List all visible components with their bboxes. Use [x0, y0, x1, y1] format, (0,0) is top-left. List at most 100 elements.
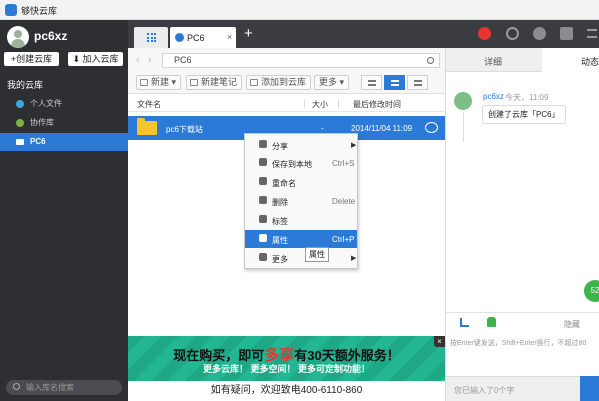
search-icon	[13, 383, 20, 390]
thumbnail-view-icon	[368, 80, 376, 86]
menu-item-save-local[interactable]: 保存到本地 Ctrl+S	[245, 154, 357, 172]
collab-library-icon	[16, 119, 24, 127]
menu-icon[interactable]	[587, 29, 597, 38]
menu-label: 重命名	[272, 179, 296, 188]
sidebar-item-label: 个人文件	[30, 99, 62, 108]
tooltip: 属性	[305, 247, 329, 262]
file-modified: 2014/11/04 11:09	[351, 124, 413, 133]
file-name: pc6下载站	[166, 125, 203, 134]
forward-arrow-icon[interactable]: ›	[148, 54, 152, 66]
add-to-library-button[interactable]: 添加到云库	[246, 75, 312, 90]
save-icon	[259, 158, 267, 166]
new-note-label: 新建笔记	[201, 77, 238, 87]
trash-icon	[259, 196, 267, 204]
close-banner-icon[interactable]: ×	[434, 336, 445, 347]
sidebar-item-pc6[interactable]: PC6	[0, 133, 128, 151]
app-title: 够快云库	[21, 6, 58, 16]
title-bar: 够快云库	[0, 0, 599, 20]
context-menu: 分享 ▶ 保存到本地 Ctrl+S 重命名 删除 Delete 标签 属性 Ct…	[244, 133, 358, 269]
menu-label: 更多	[272, 255, 288, 264]
feed-user[interactable]: pc6xz	[483, 92, 504, 101]
banner-contact: 如有疑问，欢迎致电400-6110-860	[128, 381, 445, 401]
banner-text-b: 有30天额外服务！	[294, 348, 400, 363]
floating-badge[interactable]: 52	[584, 280, 599, 302]
crop-icon[interactable]	[460, 318, 469, 327]
rename-icon	[259, 177, 267, 185]
notes-icon[interactable]	[560, 27, 573, 40]
hide-label[interactable]: 隐藏	[564, 319, 580, 330]
create-library-button[interactable]: +创建云库	[4, 52, 59, 66]
promo-banner[interactable]: 现在购买，即可多享有30天额外服务！ 更多云库！ 更多空间！ 更多可定制功能！ …	[128, 336, 445, 401]
input-placeholder: 您已输入了0个字	[454, 386, 515, 395]
info-icon	[259, 234, 267, 242]
menu-item-properties[interactable]: 属性 Ctrl+P	[245, 230, 357, 248]
contacts-icon[interactable]	[533, 27, 546, 40]
join-library-button[interactable]: ⬇ 加入云库	[68, 52, 123, 66]
list-view-icon	[391, 80, 399, 86]
folder-icon	[137, 118, 157, 135]
sidebar: pc6xz +创建云库 ⬇ 加入云库 我的云库 个人文件 协作库 PC6 输入库…	[0, 20, 128, 401]
list-view-button[interactable]	[384, 75, 405, 90]
store-icon[interactable]	[478, 27, 491, 40]
close-tab-icon[interactable]: ×	[227, 32, 232, 42]
menu-item-more[interactable]: 更多 ▶	[245, 249, 357, 267]
menu-item-delete[interactable]: 删除 Delete	[245, 192, 357, 210]
sidebar-item-label: PC6	[30, 137, 46, 146]
library-grid-tab[interactable]	[134, 27, 168, 48]
right-panel-tabs: 详细 动态	[446, 48, 599, 72]
menu-item-rename[interactable]: 重命名	[245, 173, 357, 191]
avatar[interactable]	[7, 26, 29, 48]
avatar	[454, 92, 472, 110]
menu-label: 标签	[272, 217, 288, 226]
feed-message: 创建了云库「PC6」	[482, 105, 566, 124]
address-bar: ‹ › PC6	[128, 48, 445, 72]
sidebar-item-personal-files[interactable]: 个人文件	[0, 95, 128, 113]
library-icon	[16, 139, 24, 145]
col-size[interactable]: 大小	[312, 99, 328, 110]
tab-activity[interactable]: 动态	[581, 55, 599, 68]
col-modified[interactable]: 最后修改时间	[353, 99, 401, 110]
path-input[interactable]: PC6	[162, 53, 440, 68]
grid-icon	[147, 33, 156, 42]
feed-time: 今天，11:09	[505, 93, 549, 102]
new-button[interactable]: 新建 ▾	[136, 75, 182, 90]
join-library-label: 加入云库	[82, 54, 119, 64]
sidebar-item-collab-library[interactable]: 协作库	[0, 114, 128, 132]
comment-icon[interactable]	[425, 122, 438, 133]
search-icon[interactable]	[427, 57, 434, 64]
submenu-arrow-icon: ▶	[351, 142, 357, 149]
new-note-button[interactable]: 新建笔记	[186, 75, 243, 90]
banner-text-a: 现在购买，即可	[173, 348, 265, 363]
comment-input[interactable]: 您已输入了0个字	[446, 376, 580, 401]
tab-pc6[interactable]: PC6 ×	[170, 27, 236, 48]
upload-icon[interactable]	[487, 317, 496, 327]
send-button[interactable]	[580, 376, 599, 401]
submenu-arrow-icon: ▶	[351, 255, 357, 262]
menu-label: 删除	[272, 198, 288, 207]
add-tab-button[interactable]: +	[244, 25, 253, 42]
more-button[interactable]: 更多 ▾	[314, 75, 350, 90]
library-search-input[interactable]: 输入库名搜索	[6, 380, 122, 395]
menu-shortcut: Ctrl+S	[332, 159, 355, 168]
tab-label: PC6	[187, 33, 205, 43]
thumbnail-view-button[interactable]	[361, 75, 382, 90]
download-arrow-icon: ⬇	[72, 54, 80, 64]
username[interactable]: pc6xz	[34, 29, 67, 43]
menu-item-share[interactable]: 分享 ▶	[245, 136, 357, 154]
compass-icon[interactable]	[506, 27, 519, 40]
col-name[interactable]: 文件名	[137, 99, 161, 110]
add-label: 添加到云库	[261, 77, 307, 87]
back-arrow-icon[interactable]: ‹	[136, 54, 140, 66]
input-hint: 按Enter键发送，Shift+Enter换行，不超过80	[450, 340, 587, 347]
app-logo-icon	[5, 4, 17, 16]
comment-toolbar: 隐藏	[446, 312, 599, 332]
grid-view-button[interactable]	[407, 75, 428, 90]
new-label: 新建	[151, 77, 170, 87]
tab-detail[interactable]: 详细	[484, 55, 502, 68]
section-title: 我的云库	[7, 80, 44, 90]
menu-label: 分享	[272, 142, 288, 151]
menu-item-tag[interactable]: 标签	[245, 211, 357, 229]
tag-icon	[259, 215, 267, 223]
personal-files-icon	[16, 100, 24, 108]
grid-view-icon	[414, 80, 422, 86]
